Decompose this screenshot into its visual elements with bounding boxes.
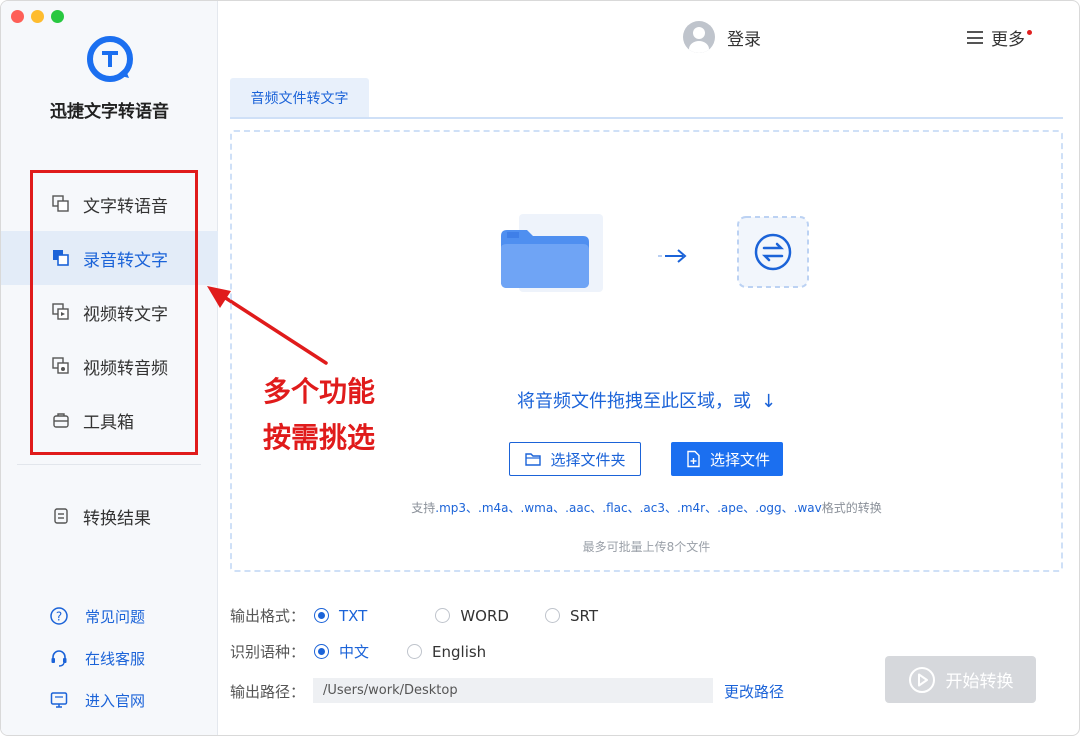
sidebar-nav: 文字转语音 录音转文字 视频转文字 视频转音频 工具箱 [1, 177, 218, 447]
tab-underline [230, 117, 1063, 119]
close-window-button[interactable] [11, 10, 24, 23]
sidebar-item-result[interactable]: 转换结果 [1, 491, 218, 541]
official-site-link-label: 进入官网 [85, 691, 146, 710]
svg-text:?: ? [56, 610, 62, 624]
format-radio-txt[interactable]: TXT [314, 607, 367, 625]
sidebar-item-label: 转换结果 [83, 508, 151, 529]
sidebar-item-text-to-speech[interactable]: 文字转语音 [1, 177, 218, 231]
app-title: 迅捷文字转语音 [50, 102, 169, 122]
login-button[interactable]: 登录 [683, 21, 761, 53]
avatar-icon [683, 21, 715, 53]
radio-label: WORD [460, 606, 509, 625]
video-to-audio-icon [51, 356, 71, 376]
radio-label: English [432, 642, 487, 661]
sidebar-item-video-to-text[interactable]: 视频转文字 [1, 285, 218, 339]
faq-link[interactable]: ? 常见问题 [49, 595, 145, 637]
drop-hint: 将音频文件拖拽至此区域，或 ↓ [230, 387, 1063, 413]
start-convert-button[interactable]: 开始转换 [885, 656, 1036, 703]
online-support-link[interactable]: 在线客服 [49, 637, 145, 679]
upload-limit-text: 最多可批量上传8个文件 [582, 540, 711, 554]
file-add-icon [687, 450, 700, 468]
app-window: 迅捷文字转语音 文字转语音 录音转文字 视频转文字 视频转音频 工具箱 转换结果… [0, 0, 1080, 736]
select-folder-button[interactable]: 选择文件夹 [509, 442, 641, 476]
radio-circle [544, 608, 560, 623]
sidebar-item-toolbox[interactable]: 工具箱 [1, 393, 218, 447]
tab-audio-to-text[interactable]: 音频文件转文字 [230, 78, 369, 117]
select-folder-label: 选择文件夹 [550, 450, 626, 469]
output-format-label: 输出格式： [230, 607, 306, 625]
headset-icon [49, 648, 69, 668]
login-label: 登录 [727, 29, 761, 50]
sidebar-item-recording-to-text[interactable]: 录音转文字 [1, 231, 218, 285]
arrow-right-icon [658, 249, 687, 263]
output-path-input[interactable] [313, 678, 713, 703]
sidebar-item-label: 文字转语音 [83, 196, 168, 217]
folder-outline-icon [525, 453, 542, 466]
support-formats: .mp3、.m4a、.wma、.aac、.flac、.ac3、.m4r、.ape… [435, 501, 822, 515]
folder-icon [501, 214, 603, 292]
support-suffix: 格式的转换 [821, 501, 882, 515]
convert-icon [737, 216, 809, 288]
arrow-down-icon: ↓ [760, 391, 777, 412]
sidebar-links: ? 常见问题 在线客服 进入官网 [49, 595, 145, 721]
select-file-button[interactable]: 选择文件 [671, 442, 783, 476]
change-path-link[interactable]: 更改路径 [724, 681, 784, 702]
maximize-window-button[interactable] [51, 10, 64, 23]
minimize-window-button[interactable] [31, 10, 44, 23]
text-to-speech-icon [51, 194, 71, 214]
online-support-link-label: 在线客服 [85, 649, 146, 668]
result-icon [51, 506, 71, 526]
language-radio-english[interactable]: English [407, 643, 486, 661]
language-radio-chinese[interactable]: 中文 [314, 641, 369, 662]
official-site-link[interactable]: 进入官网 [49, 679, 145, 721]
video-to-text-icon [51, 302, 71, 322]
sidebar-item-video-to-audio[interactable]: 视频转音频 [1, 339, 218, 393]
faq-link-label: 常见问题 [85, 607, 146, 626]
radio-circle [314, 644, 329, 659]
radio-circle [314, 608, 329, 623]
monitor-icon [49, 690, 69, 710]
radio-label: SRT [569, 606, 598, 625]
start-convert-label: 开始转换 [945, 672, 1014, 692]
sidebar: 迅捷文字转语音 文字转语音 录音转文字 视频转文字 视频转音频 工具箱 转换结果… [1, 1, 218, 735]
output-path-label: 输出路径： [230, 683, 306, 701]
sidebar-item-label: 视频转文字 [83, 304, 168, 325]
format-radio-word[interactable]: WORD [435, 607, 509, 625]
play-icon [908, 666, 935, 693]
select-file-label: 选择文件 [709, 450, 770, 469]
menu-icon [967, 31, 983, 44]
format-radio-srt[interactable]: SRT [544, 606, 598, 625]
output-format-row: 输出格式： TXT WORD SRT [230, 605, 626, 626]
more-menu-button[interactable]: 更多 [967, 25, 1032, 50]
app-logo-icon [87, 36, 133, 82]
radio-label: 中文 [339, 643, 370, 661]
sidebar-item-label: 录音转文字 [83, 250, 168, 271]
toolbox-icon [51, 410, 71, 430]
drop-hint-text: 将音频文件拖拽至此区域，或 [516, 391, 751, 412]
recording-to-text-icon [51, 248, 71, 268]
radio-label: TXT [339, 606, 368, 625]
language-label: 识别语种： [230, 643, 306, 661]
sidebar-divider [17, 464, 201, 465]
question-icon: ? [49, 606, 69, 626]
sidebar-item-label: 工具箱 [83, 412, 134, 433]
notification-dot [1027, 30, 1032, 35]
support-prefix: 支持 [411, 501, 436, 515]
radio-circle [435, 608, 451, 623]
sidebar-item-label: 视频转音频 [83, 358, 168, 379]
radio-circle [407, 644, 423, 659]
language-row: 识别语种： 中文 English [230, 641, 514, 662]
window-controls [11, 10, 64, 23]
supported-formats-text: 支持.mp3、.m4a、.wma、.aac、.flac、.ac3、.m4r、.a… [230, 499, 1063, 516]
more-label: 更多 [991, 30, 1025, 50]
